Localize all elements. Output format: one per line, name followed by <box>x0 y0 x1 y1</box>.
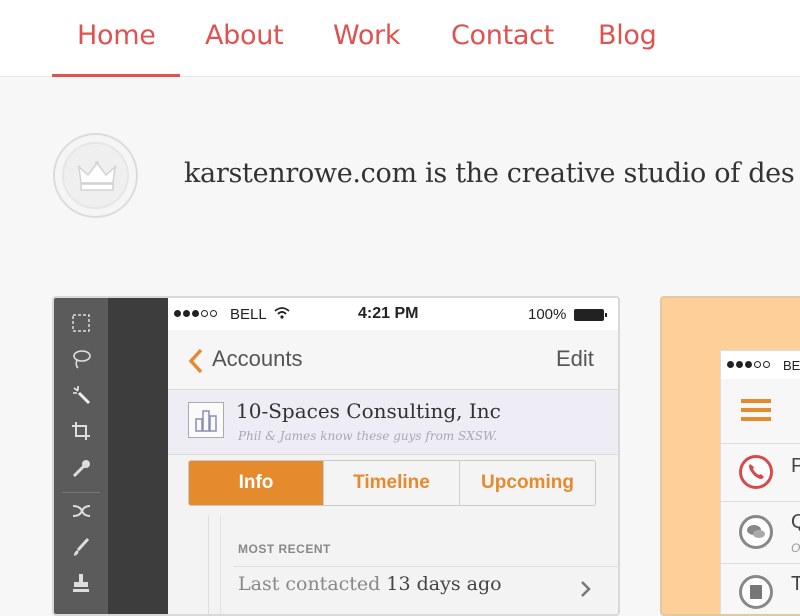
tab-upcoming[interactable]: Upcoming <box>460 461 595 505</box>
last-contacted-row[interactable]: Last contacted 13 days ago <box>238 573 502 595</box>
nav-bar: Accounts Edit <box>168 330 618 390</box>
company-name: 10-Spaces Consulting, Inc <box>236 399 501 423</box>
nav-active-indicator <box>52 74 180 77</box>
nav-home[interactable]: Home <box>77 20 156 51</box>
note-icon <box>739 575 773 609</box>
company-header: 10-Spaces Consulting, Inc Phil & James k… <box>168 391 618 455</box>
building-icon <box>188 402 224 438</box>
crown-logo <box>53 133 138 218</box>
magic-wand-icon <box>68 382 94 408</box>
signal-icon <box>174 310 217 317</box>
heal-icon <box>68 498 94 524</box>
battery-icon <box>574 309 607 321</box>
last-contacted-value: 13 days ago <box>386 573 502 595</box>
tab-info[interactable]: Info <box>189 461 324 505</box>
hamburger-menu-icon[interactable] <box>741 397 771 423</box>
work-card-secondary[interactable]: BE P Q O T <box>660 296 800 616</box>
last-contacted-label: Last contacted <box>238 573 381 595</box>
tab-timeline[interactable]: Timeline <box>324 461 460 505</box>
nav-blog[interactable]: Blog <box>598 20 657 51</box>
work-card-accounts[interactable]: BELL 4:21 PM 100% Accounts Edit 10-Space… <box>52 296 620 616</box>
phone-screen: BELL 4:21 PM 100% Accounts Edit 10-Space… <box>168 298 618 614</box>
phone-icon <box>739 455 773 489</box>
nav-work[interactable]: Work <box>333 20 400 51</box>
eyedropper-icon <box>68 456 94 482</box>
divider <box>234 566 618 567</box>
status-bar: BE <box>721 351 800 379</box>
stamp-icon <box>68 570 94 596</box>
tool-palette <box>54 298 108 614</box>
wifi-icon <box>274 307 290 319</box>
status-time: 4:21 PM <box>358 305 419 322</box>
chat-icon <box>739 515 773 549</box>
battery-percent: 100% <box>528 306 567 323</box>
list-item-title: P <box>791 455 800 478</box>
back-button[interactable]: Accounts <box>212 346 303 372</box>
crop-icon <box>68 418 94 444</box>
timeline-line <box>208 516 209 614</box>
nav-contact[interactable]: Contact <box>451 20 554 51</box>
list-item-title: T <box>791 573 800 596</box>
nav-about[interactable]: About <box>205 20 284 51</box>
back-chevron-icon[interactable] <box>188 348 204 374</box>
crown-icon <box>77 161 117 191</box>
section-heading: MOST RECENT <box>238 542 331 556</box>
chevron-right-icon <box>581 581 591 597</box>
list-item-title: Q <box>791 511 800 534</box>
signal-icon <box>727 361 770 368</box>
intro-text: karstenrowe.com is the creative studio o… <box>184 158 795 189</box>
segmented-control: Info Timeline Upcoming <box>188 460 596 506</box>
canvas-edge <box>108 298 168 614</box>
carrier-label: BE <box>783 358 800 373</box>
brush-icon <box>68 534 94 560</box>
edit-button[interactable]: Edit <box>556 346 594 372</box>
top-nav: Home About Work Contact Blog <box>0 0 800 77</box>
phone-screen: BE P Q O T <box>720 350 800 614</box>
lasso-icon <box>68 346 94 372</box>
marquee-icon <box>68 310 94 336</box>
carrier-label: BELL <box>230 306 267 323</box>
company-note: Phil & James know these guys from SXSW. <box>238 429 498 443</box>
status-bar: BELL 4:21 PM 100% <box>168 298 618 330</box>
timeline-line <box>220 516 221 614</box>
list-item-subtitle: O <box>791 541 800 555</box>
